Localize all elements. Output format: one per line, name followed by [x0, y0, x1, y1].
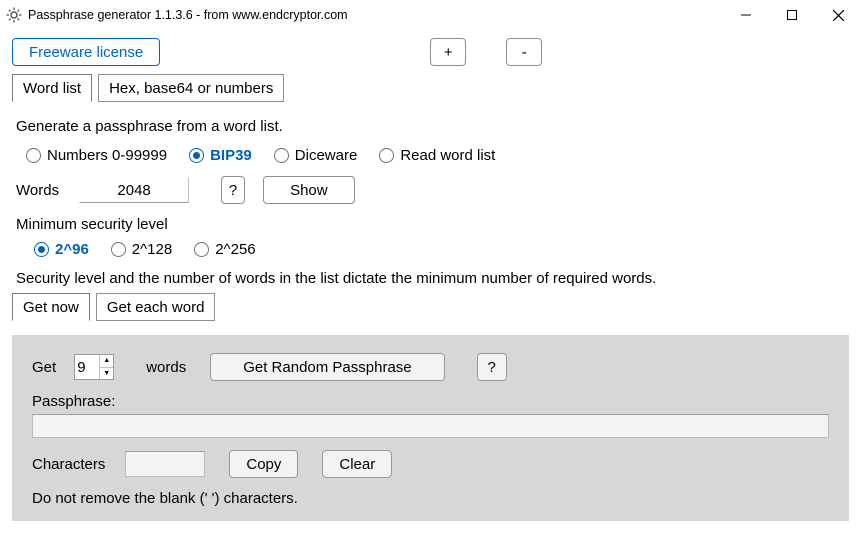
- radio-sec-96-label: 2^96: [55, 241, 89, 258]
- radio-sec-96[interactable]: 2^96: [34, 241, 89, 258]
- window-title: Passphrase generator 1.1.3.6 - from www.…: [28, 8, 348, 22]
- lower-tabs: Get now Get each word: [12, 293, 849, 321]
- words-label: Words: [16, 182, 59, 199]
- copy-button[interactable]: Copy: [229, 450, 298, 478]
- passphrase-label: Passphrase:: [32, 393, 829, 410]
- radio-sec-256[interactable]: 2^256: [194, 241, 255, 258]
- tab-word-list[interactable]: Word list: [12, 74, 92, 102]
- radio-bip39[interactable]: BIP39: [189, 147, 252, 164]
- get-label-pre: Get: [32, 359, 56, 376]
- characters-output: [125, 451, 205, 477]
- get-now-panel: Get ▲ ▼ words Get Random Passphrase ? Pa…: [12, 335, 849, 521]
- radio-read-wordlist-label: Read word list: [400, 147, 495, 164]
- radio-read-wordlist[interactable]: Read word list: [379, 147, 495, 164]
- stepper-down-icon[interactable]: ▼: [99, 368, 113, 380]
- radio-sec-128[interactable]: 2^128: [111, 241, 172, 258]
- words-count-field[interactable]: [79, 177, 189, 203]
- words-help-button[interactable]: ?: [221, 176, 245, 204]
- increase-button[interactable]: +: [430, 38, 466, 66]
- tab-hex-base64-numbers[interactable]: Hex, base64 or numbers: [98, 74, 284, 102]
- radio-numbers[interactable]: Numbers 0-99999: [26, 147, 167, 164]
- wordlist-section: Generate a passphrase from a word list. …: [16, 118, 845, 287]
- passphrase-help-button[interactable]: ?: [477, 353, 507, 381]
- clear-button[interactable]: Clear: [322, 450, 392, 478]
- blank-characters-note: Do not remove the blank (' ') characters…: [32, 490, 829, 507]
- title-bar: Passphrase generator 1.1.3.6 - from www.…: [0, 0, 861, 30]
- show-button[interactable]: Show: [263, 176, 355, 204]
- license-button[interactable]: Freeware license: [12, 38, 160, 66]
- minimize-button[interactable]: [723, 0, 769, 30]
- radio-diceware-label: Diceware: [295, 147, 358, 164]
- min-security-label: Minimum security level: [16, 216, 845, 233]
- radio-sec-128-label: 2^128: [132, 241, 172, 258]
- radio-bip39-label: BIP39: [210, 147, 252, 164]
- wordlist-heading: Generate a passphrase from a word list.: [16, 118, 845, 135]
- passphrase-output[interactable]: [32, 414, 829, 438]
- radio-sec-256-label: 2^256: [215, 241, 255, 258]
- radio-diceware[interactable]: Diceware: [274, 147, 358, 164]
- get-random-passphrase-button[interactable]: Get Random Passphrase: [210, 353, 444, 381]
- word-count-input[interactable]: [75, 355, 99, 379]
- tab-get-each-word[interactable]: Get each word: [96, 293, 216, 321]
- stepper-up-icon[interactable]: ▲: [99, 355, 113, 368]
- security-explain-text: Security level and the number of words i…: [16, 270, 845, 287]
- get-label-post: words: [146, 359, 186, 376]
- decrease-button[interactable]: -: [506, 38, 542, 66]
- radio-numbers-label: Numbers 0-99999: [47, 147, 167, 164]
- tab-get-now[interactable]: Get now: [12, 293, 90, 321]
- word-count-stepper[interactable]: ▲ ▼: [74, 354, 114, 380]
- maximize-button[interactable]: [769, 0, 815, 30]
- main-tabs: Word list Hex, base64 or numbers: [12, 74, 849, 102]
- close-button[interactable]: [815, 0, 861, 30]
- app-icon: [6, 7, 22, 23]
- characters-label: Characters: [32, 456, 105, 473]
